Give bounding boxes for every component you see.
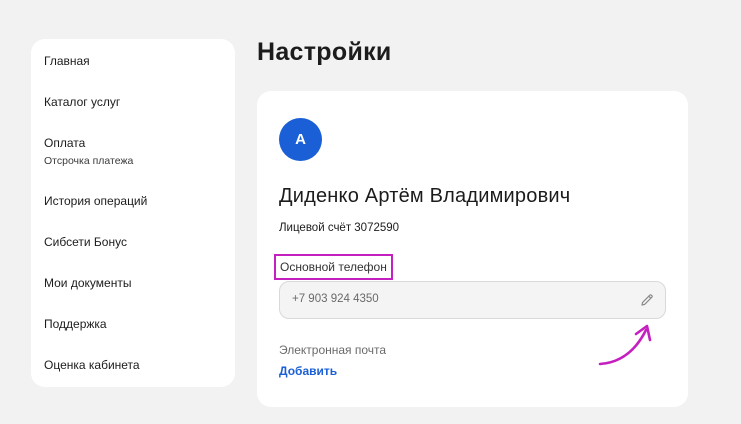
sidebar-item-label: Сибсети Бонус bbox=[44, 235, 127, 249]
sidebar-item-support[interactable]: Поддержка bbox=[44, 317, 107, 332]
pencil-icon[interactable] bbox=[639, 292, 655, 308]
sidebar-item-label: История операций bbox=[44, 194, 148, 208]
avatar[interactable]: А bbox=[279, 118, 322, 161]
sidebar-item-history[interactable]: История операций bbox=[44, 194, 147, 209]
email-label: Электронная почта bbox=[279, 343, 387, 357]
curved-arrow-icon bbox=[598, 324, 652, 366]
phone-field[interactable]: +7 903 924 4350 bbox=[279, 281, 666, 319]
sidebar-item-label: Каталог услуг bbox=[44, 95, 121, 109]
sidebar-item-label: Оценка кабинета bbox=[44, 358, 140, 372]
account-number: Лицевой счёт 3072590 bbox=[279, 222, 400, 234]
sidebar-item-label: Поддержка bbox=[44, 317, 107, 331]
sidebar-item-catalog[interactable]: Каталог услуг bbox=[44, 95, 120, 110]
sidebar-item-bonus[interactable]: Сибсети Бонус bbox=[44, 235, 127, 250]
sidebar-item-rating[interactable]: Оценка кабинета bbox=[44, 358, 140, 373]
sidebar-item-label: Главная bbox=[44, 54, 90, 68]
phone-label: Основной телефон bbox=[274, 254, 393, 280]
sidebar-item-label: Оплата bbox=[44, 136, 86, 150]
sidebar-item-sublabel: Отсрочка платежа bbox=[44, 155, 134, 167]
sidebar-item-label: Мои документы bbox=[44, 276, 132, 290]
page-title: Настройки bbox=[257, 38, 392, 66]
sidebar-item-payment[interactable]: Оплата Отсрочка платежа bbox=[44, 136, 133, 169]
add-email-link[interactable]: Добавить bbox=[279, 364, 337, 378]
user-full-name: Диденко Артём Владимирович bbox=[279, 185, 571, 207]
sidebar-item-home[interactable]: Главная bbox=[44, 54, 90, 69]
sidebar-item-documents[interactable]: Мои документы bbox=[44, 276, 131, 291]
phone-value: +7 903 924 4350 bbox=[292, 293, 379, 305]
sidebar: Главная Каталог услуг Оплата Отсрочка пл… bbox=[31, 39, 235, 387]
